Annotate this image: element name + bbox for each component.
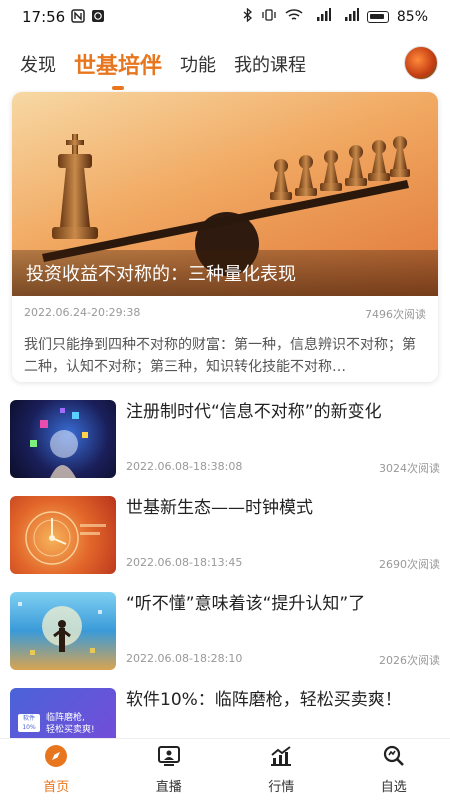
article-title: 软件10%：临阵磨枪，轻松买卖爽！ [126,690,402,710]
thumbnail-text-line2: 轻松买卖爽! [46,725,95,735]
tab-home-label: 首页 [43,780,70,795]
featured-article-date: 2022.06.24-20:29:38 [24,306,141,319]
battery-icon [366,11,389,23]
status-time: 17:56 [22,8,66,26]
article-reads: 2026次阅读 [379,654,440,667]
article-thumbnail [10,496,116,574]
bluetooth-icon [243,7,253,26]
top-nav: 发现 世基培伴 功能 我的课程 [0,38,450,90]
alarm-icon [91,9,105,26]
tab-home[interactable]: 首页 [16,744,96,795]
tab-watchlist-label: 自选 [380,780,407,795]
article-date: 2022.06.08-18:13:45 [126,556,243,569]
battery-percent: 85% [396,9,428,25]
article-thumbnail [10,400,116,478]
article-date: 2022.06.08-18:28:10 [126,652,243,665]
live-icon [157,744,181,772]
tab-my-courses[interactable]: 我的课程 [234,51,306,77]
signal-icon-1 [311,8,331,26]
article-thumbnail [10,592,116,670]
article-title: “听不懂”意味着该“提升认知”了 [126,594,366,614]
list-item[interactable]: 注册制时代“信息不对称”的新变化 2022.06.08-18:38:08 302… [10,400,440,484]
article-thumbnail: 软件10% 临阵磨枪, 轻松买卖爽! [10,688,116,738]
featured-article-image: 投资收益不对称的：三种量化表现 [12,92,438,296]
compass-icon [44,744,68,772]
article-date: 2022.06.08-18:38:08 [126,460,243,473]
featured-article-title: 投资收益不对称的：三种量化表现 [12,250,438,296]
tab-live[interactable]: 直播 [129,744,209,795]
wifi-icon [285,8,303,26]
article-feed[interactable]: 投资收益不对称的：三种量化表现 2022.06.24-20:29:38 7496… [0,90,450,738]
tab-market[interactable]: 行情 [241,744,321,795]
list-item[interactable]: 世基新生态——时钟模式 2022.06.08-18:13:45 2690次阅读 [10,496,440,580]
tab-live-label: 直播 [155,780,182,795]
nfc-icon [71,8,85,26]
avatar[interactable] [404,46,438,80]
featured-article-summary: 我们只能挣到四种不对称的财富：第一种，信息辨识不对称；第二种，认知不对称；第三种… [24,337,416,375]
search-doc-icon [382,744,406,772]
list-item[interactable]: 软件10% 临阵磨枪, 轻松买卖爽! 软件10%：临阵磨枪，轻松买卖爽！ [10,688,440,738]
vibrate-icon [261,8,277,26]
thumbnail-text-line1: 临阵磨枪, [46,713,85,723]
thumbnail-badge: 软件10% [18,714,40,732]
chart-icon [269,744,293,772]
article-title: 注册制时代“信息不对称”的新变化 [126,402,382,422]
featured-article-reads: 7496次阅读 [365,308,426,321]
tab-market-label: 行情 [268,780,295,795]
article-title: 世基新生态——时钟模式 [126,498,313,518]
tab-functions[interactable]: 功能 [180,51,216,77]
article-reads: 3024次阅读 [379,462,440,475]
status-bar: 17:56 85% [0,0,450,34]
bottom-tab-bar: 首页 直播 行情 自选 [0,738,450,800]
tab-shiji-peiban[interactable]: 世基培伴 [74,48,162,80]
signal-icon-2 [339,8,359,26]
article-reads: 2690次阅读 [379,558,440,571]
tab-watchlist[interactable]: 自选 [354,744,434,795]
tab-discover[interactable]: 发现 [20,51,56,77]
featured-article-card[interactable]: 投资收益不对称的：三种量化表现 2022.06.24-20:29:38 7496… [12,92,438,382]
list-item[interactable]: “听不懂”意味着该“提升认知”了 2022.06.08-18:28:10 202… [10,592,440,676]
